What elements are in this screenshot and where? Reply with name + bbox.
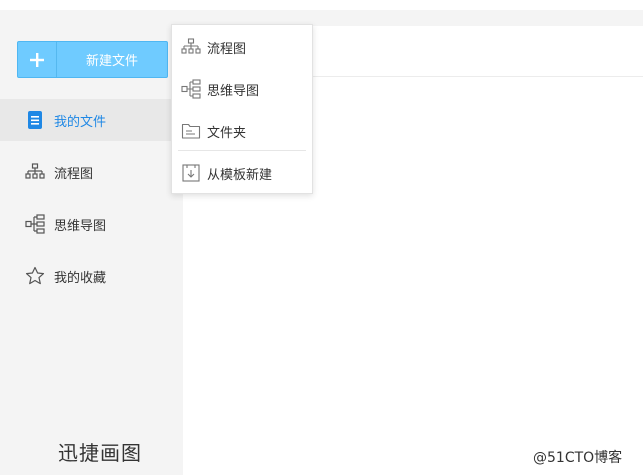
new-file-label: 新建文件 (85, 54, 138, 69)
sidebar-item-label: 我的收藏 (54, 270, 107, 286)
dropdown-item-mindmap[interactable]: 思维导图 (172, 69, 312, 109)
dropdown-item-label: 思维导图 (207, 83, 260, 99)
dropdown-item-folder[interactable]: 文件夹 (172, 111, 312, 151)
flowchart-icon (181, 37, 201, 57)
sidebar-item-mindmap[interactable]: 思维导图 (0, 203, 183, 245)
folder-icon (181, 121, 201, 141)
mindmap-icon (181, 79, 201, 99)
dropdown-item-flowchart[interactable]: 流程图 (172, 27, 312, 67)
new-file-dropdown: 流程图 思维导图 文件夹 从模板新建 (171, 24, 313, 194)
watermark: @51CTO博客 (533, 450, 623, 466)
dropdown-item-from-template[interactable]: 从模板新建 (172, 153, 312, 193)
sidebar-item-flowchart[interactable]: 流程图 (0, 151, 183, 193)
sidebar-item-label: 思维导图 (54, 218, 107, 234)
plus-icon (18, 42, 57, 77)
flowchart-icon (25, 162, 45, 182)
sidebar-item-label: 流程图 (54, 166, 94, 182)
sidebar: 新建文件 我的文件 流程图 思维导图 我的收藏 迅捷画图 (0, 10, 183, 475)
sidebar-item-favorites[interactable]: 我的收藏 (0, 255, 183, 297)
document-icon (25, 110, 45, 130)
sidebar-item-my-files[interactable]: 我的文件 (0, 99, 183, 141)
top-bar (0, 0, 643, 10)
dropdown-item-label: 文件夹 (207, 125, 247, 141)
dropdown-item-label: 流程图 (207, 41, 247, 57)
mindmap-icon (25, 214, 45, 234)
dropdown-divider (178, 150, 306, 151)
brand-name: 迅捷画图 (58, 441, 142, 465)
new-file-button[interactable]: 新建文件 (17, 41, 168, 78)
star-icon (25, 266, 45, 286)
template-icon (181, 163, 201, 183)
dropdown-item-label: 从模板新建 (207, 167, 273, 183)
sidebar-item-label: 我的文件 (54, 114, 107, 130)
